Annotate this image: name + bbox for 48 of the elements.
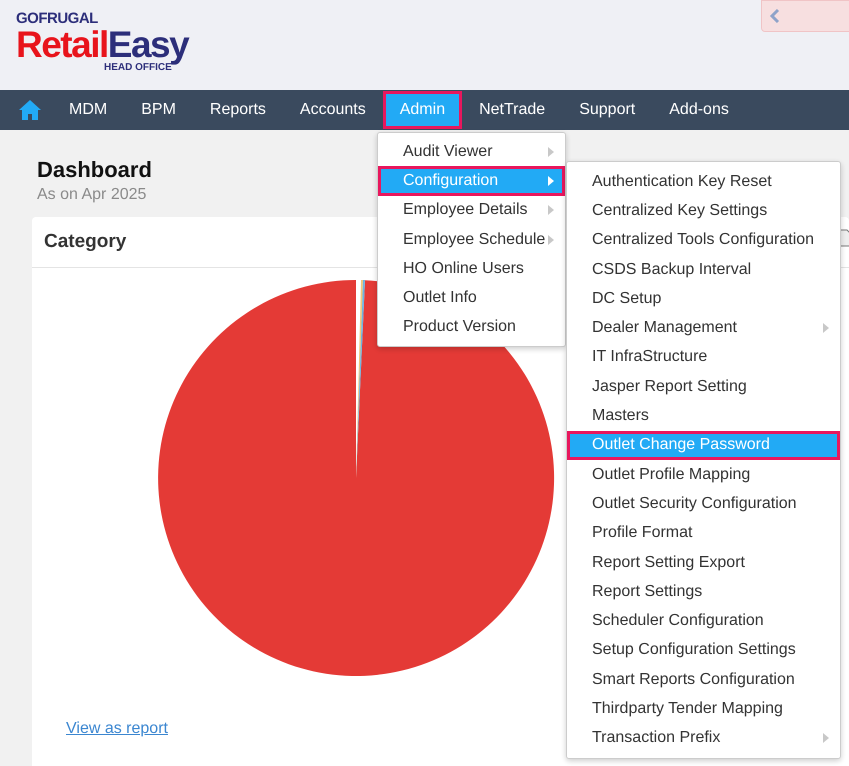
menu-item[interactable]: Profile Format — [567, 518, 840, 548]
menu-item[interactable]: Report Settings — [567, 577, 840, 606]
home-icon[interactable] — [18, 99, 42, 121]
caret-icon — [548, 176, 554, 186]
caret-icon — [548, 205, 554, 216]
menu-item[interactable]: Thirdparty Tender Mapping — [567, 694, 840, 724]
product-subtitle: HEAD OFFICE — [104, 63, 172, 73]
caret-icon — [823, 733, 829, 744]
product-name: RetailEasy — [16, 27, 188, 63]
brand-name: GOFRUGAL — [16, 10, 99, 27]
menu-item[interactable]: Smart Reports Configuration — [567, 665, 840, 694]
card-title: Category — [44, 231, 126, 253]
menu-item[interactable]: Outlet Profile Mapping — [567, 460, 840, 490]
view-report-link[interactable]: View as report — [66, 720, 168, 738]
nav-tab[interactable]: Accounts — [282, 95, 383, 125]
menu-item[interactable]: Authentication Key Reset — [567, 167, 840, 196]
nav-tab[interactable]: Add-ons — [652, 95, 746, 125]
menu-item[interactable]: CSDS Backup Interval — [567, 254, 840, 284]
menu-item[interactable]: Masters — [567, 401, 840, 431]
menu-item[interactable]: Product Version — [378, 312, 565, 342]
menu-item[interactable]: Setup Configuration Settings — [567, 636, 840, 666]
menu-item[interactable]: Report Setting Export — [567, 548, 840, 578]
menu-item[interactable]: Centralized Key Settings — [567, 196, 840, 226]
page-title: Dashboard — [37, 157, 152, 183]
menu-item[interactable]: Outlet Security Configuration — [567, 489, 840, 519]
menu-item[interactable]: Centralized Tools Configuration — [567, 226, 840, 255]
nav-tab[interactable]: MDM — [52, 95, 124, 125]
caret-icon — [548, 146, 554, 157]
menu-item[interactable]: Dealer Management — [567, 313, 840, 343]
document-icon[interactable] — [839, 229, 849, 247]
menu-item[interactable]: Outlet Info — [378, 283, 565, 313]
menu-item[interactable]: DC Setup — [567, 284, 840, 314]
caret-icon — [548, 234, 554, 245]
menu-item[interactable]: Employee Schedule — [378, 224, 565, 254]
nav-tab[interactable]: Reports — [192, 95, 283, 125]
menu-item[interactable]: Audit Viewer — [378, 137, 565, 166]
menu-item[interactable]: IT InfraStructure — [567, 342, 840, 372]
menu-item[interactable]: Jasper Report Setting — [567, 372, 840, 402]
chevron-left-icon — [770, 9, 780, 23]
menu-item[interactable]: HO Online Users — [378, 254, 565, 284]
nav-tab[interactable]: Support — [562, 95, 652, 125]
menu-item[interactable]: Transaction Prefix — [567, 724, 840, 753]
nav-tab[interactable]: BPM — [124, 95, 193, 125]
menu-item[interactable]: Employee Details — [378, 196, 565, 225]
caret-icon — [823, 323, 829, 334]
page-subtitle: As on Apr 2025 — [37, 186, 146, 204]
menu-item[interactable]: Scheduler Configuration — [567, 606, 840, 636]
nav-tab[interactable]: NetTrade — [462, 95, 562, 125]
